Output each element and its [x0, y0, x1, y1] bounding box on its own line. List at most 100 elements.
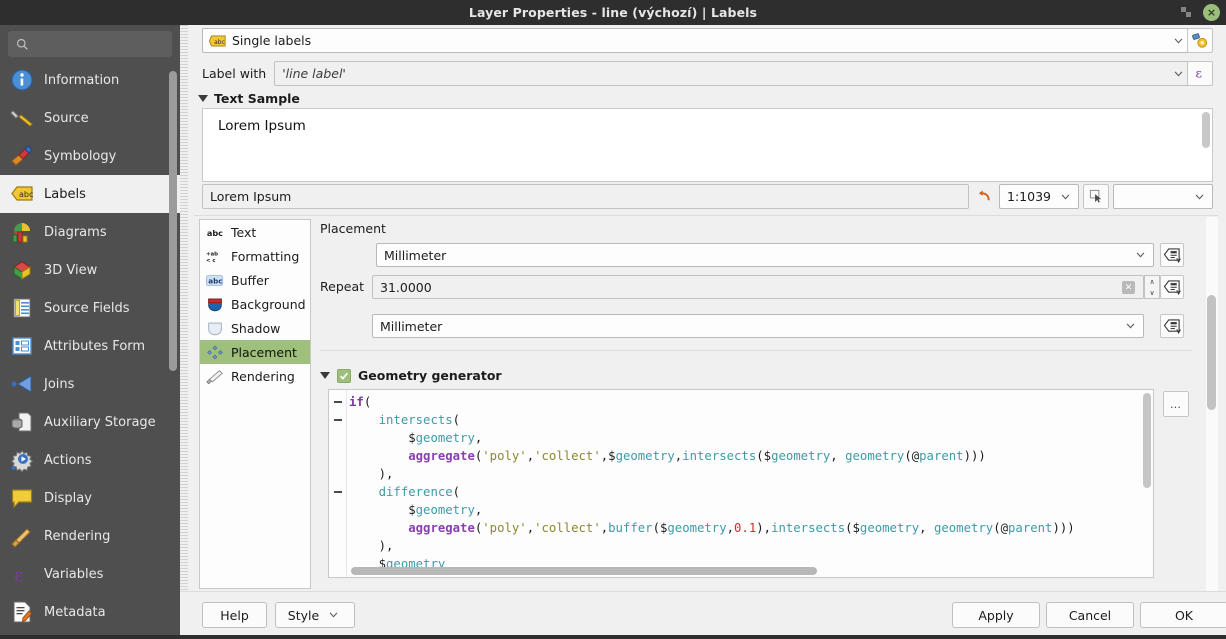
repeat-spinbox[interactable]: 31.0000 ✕	[372, 275, 1144, 299]
code-fold-marker[interactable]	[334, 401, 342, 403]
placement-unit-override-button[interactable]	[1160, 243, 1184, 267]
scale-combo[interactable]: 1:1039156	[999, 184, 1079, 209]
sidebar-item-label: Auxiliary Storage	[44, 414, 156, 430]
search-icon	[17, 38, 28, 50]
sidebar-item-rendering[interactable]: Rendering	[0, 517, 180, 555]
repeat-override-button[interactable]	[1160, 275, 1184, 299]
style-chevron-down-icon[interactable]	[329, 612, 338, 618]
code-gutter[interactable]	[329, 390, 347, 577]
code-text[interactable]: if( intersects( $geometry, aggregate('po…	[349, 393, 1075, 573]
code-vertical-scrollbar[interactable]	[1143, 393, 1151, 558]
geometry-generator-code-editor[interactable]: if( intersects( $geometry, aggregate('po…	[328, 389, 1154, 578]
geometry-generator-header[interactable]: Geometry generator	[320, 368, 502, 383]
code-fold-marker[interactable]	[334, 419, 342, 421]
ok-button[interactable]: OK	[1140, 602, 1226, 628]
repeat-step-up[interactable]: ∧	[1145, 276, 1159, 287]
labels-icon: abc	[11, 186, 33, 201]
geometry-generator-expression-button[interactable]: …	[1163, 391, 1189, 417]
sidebar-scrollbar-thumb[interactable]	[169, 71, 177, 371]
set-scale-from-map-button[interactable]	[1083, 184, 1109, 209]
placement-unit-combo[interactable]: Millimeter	[376, 243, 1154, 267]
sidebar-item-attributes-form[interactable]: Attributes Form	[0, 327, 180, 365]
sidebar-item-auxiliary-storage[interactable]: Auxiliary Storage	[0, 403, 180, 441]
geometry-generator-title: Geometry generator	[358, 368, 502, 383]
repeat-unit-override-button[interactable]	[1160, 314, 1184, 338]
sidebar-item-3d-view[interactable]: 3D View	[0, 251, 180, 289]
repeat-step-down[interactable]: ∨	[1145, 287, 1159, 298]
tab-text[interactable]: abc Text	[200, 220, 310, 244]
code-vertical-scrollbar-thumb[interactable]	[1143, 393, 1151, 488]
collapse-triangle-icon[interactable]	[320, 372, 330, 379]
shadow-icon	[208, 322, 222, 335]
search-input[interactable]	[35, 36, 189, 52]
expression-editor-button[interactable]: ε	[1187, 61, 1213, 86]
placement-scrollbar-thumb[interactable]	[1207, 295, 1216, 410]
repeat-unit-chevron-down-icon[interactable]	[1117, 315, 1143, 337]
tab-placement[interactable]: Placement	[200, 340, 310, 364]
style-button[interactable]: Style	[275, 602, 355, 628]
sidebar-item-display[interactable]: Display	[0, 479, 180, 517]
text-sample-scrollbar[interactable]	[1202, 112, 1210, 180]
sidebar-item-label: Rendering	[44, 528, 111, 544]
rendering-icon	[11, 528, 31, 548]
cancel-button[interactable]: Cancel	[1046, 602, 1134, 628]
style-manager-button[interactable]	[1187, 28, 1213, 53]
svg-text:ε: ε	[1195, 66, 1201, 81]
repeat-unit-value: Millimeter	[380, 318, 443, 334]
sidebar-scrollbar[interactable]	[169, 59, 177, 629]
sidebar-item-label: Diagrams	[44, 224, 107, 240]
label-mode-combo[interactable]: abc Single labels	[202, 28, 1192, 53]
collapse-triangle-icon[interactable]	[198, 95, 208, 102]
sidebar-item-joins[interactable]: Joins	[0, 365, 180, 403]
repeat-stepper[interactable]: ∧ ∨	[1144, 275, 1160, 299]
sidebar-item-diagrams[interactable]: Diagrams	[0, 213, 180, 251]
geometry-generator-checkbox[interactable]	[337, 368, 351, 383]
sidebar-item-source[interactable]: Source	[0, 99, 180, 137]
revert-sample-button[interactable]	[973, 184, 995, 209]
svg-text:< c: < c	[206, 257, 216, 263]
code-horizontal-scrollbar[interactable]	[351, 567, 1151, 575]
sidebar-item-symbology[interactable]: Symbology	[0, 137, 180, 175]
tab-formatting[interactable]: +ab < c Formatting	[200, 244, 310, 268]
sidebar-item-labels[interactable]: abc Labels	[0, 175, 180, 213]
help-button[interactable]: Help	[202, 602, 267, 628]
sample-extra-combo[interactable]	[1113, 184, 1213, 209]
dialog-button-bar: Help Style Apply Cancel OK	[180, 591, 1226, 639]
window-bottom-edge	[0, 635, 1226, 639]
sidebar-item-label: Symbology	[44, 148, 117, 164]
panel-resize-grip[interactable]	[180, 25, 188, 639]
sidebar-item-source-fields[interactable]: Source Fields	[0, 289, 180, 327]
svg-text:+ab: +ab	[206, 251, 218, 257]
tab-rendering[interactable]: Rendering	[200, 364, 310, 388]
restore-window-icon[interactable]	[1180, 6, 1193, 19]
text-sample-input[interactable]: Lorem Ipsum	[202, 184, 969, 209]
sidebar-search[interactable]	[8, 31, 189, 57]
placement-unit-chevron-down-icon[interactable]	[1127, 244, 1153, 266]
text-sample-scrollbar-thumb[interactable]	[1202, 112, 1210, 148]
sample-extra-chevron-down-icon[interactable]	[1186, 185, 1212, 208]
tab-shadow[interactable]: Shadow	[200, 316, 310, 340]
repeat-value: 31.0000	[380, 279, 432, 295]
apply-button[interactable]: Apply	[952, 602, 1040, 628]
map-cursor-icon	[1089, 189, 1101, 203]
repeat-unit-combo[interactable]: Millimeter	[372, 314, 1144, 338]
text-abc-icon: abc	[207, 228, 223, 238]
text-sample-group-header[interactable]: Text Sample	[198, 91, 300, 106]
sidebar-item-variables[interactable]: ε Variables	[0, 555, 180, 593]
clear-x-icon[interactable]: ✕	[1122, 281, 1135, 294]
tab-label: Shadow	[231, 320, 281, 336]
tab-label: Buffer	[231, 272, 269, 288]
placement-section-label: Placement	[320, 221, 386, 236]
code-horizontal-scrollbar-thumb[interactable]	[351, 567, 817, 575]
label-with-combo[interactable]: 'line label'	[274, 61, 1192, 86]
sidebar-item-actions[interactable]: Actions	[0, 441, 180, 479]
code-fold-marker[interactable]	[334, 491, 342, 493]
tab-background[interactable]: Background	[200, 292, 310, 316]
placement-scrollbar[interactable]	[1206, 217, 1218, 592]
sidebar-item-metadata[interactable]: Metadata	[0, 593, 180, 631]
scale-chevron-down-icon[interactable]	[1052, 185, 1078, 208]
tab-label: Formatting	[231, 248, 300, 264]
tab-buffer[interactable]: abc Buffer	[200, 268, 310, 292]
sidebar-item-information[interactable]: Information	[0, 61, 180, 99]
close-window-button[interactable]: ×	[1203, 4, 1220, 21]
